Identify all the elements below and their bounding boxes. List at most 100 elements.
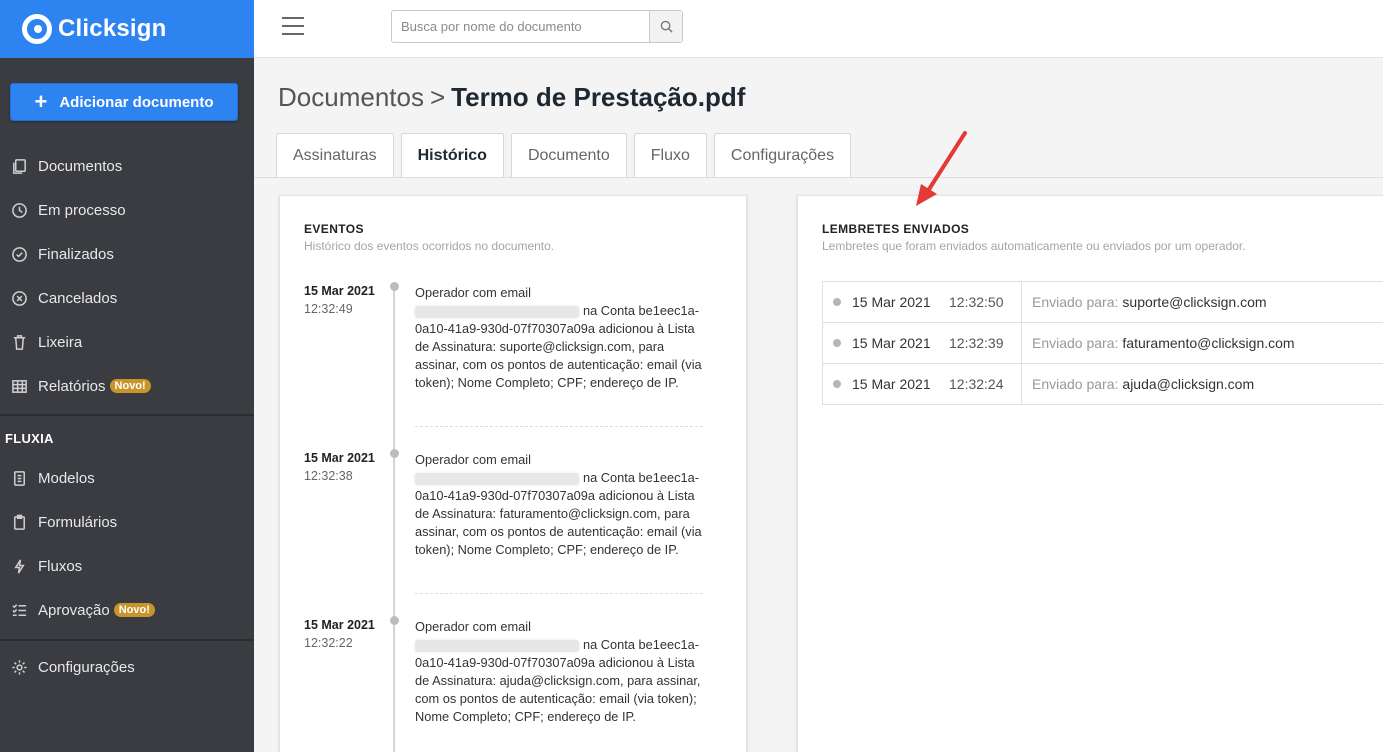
redacted-email: [415, 639, 579, 652]
main-nav: Documentos Em processo Finalizados Cance…: [0, 144, 254, 408]
sidebar-item-lixeira[interactable]: Lixeira: [0, 320, 254, 364]
tab-bar: Assinaturas Histórico Documento Fluxo Co…: [276, 133, 858, 178]
timeline-dot: [390, 616, 399, 625]
sidebar-item-finalizados[interactable]: Finalizados: [0, 232, 254, 276]
event-date: 15 Mar 2021: [304, 618, 375, 632]
check-circle-icon: [10, 245, 28, 263]
section-title-fluxia: FLUXIA: [5, 431, 54, 446]
event-separator: [415, 593, 703, 594]
sidebar-item-cancelados[interactable]: Cancelados: [0, 276, 254, 320]
sidebar-item-relatorios[interactable]: Relatórios Novo!: [0, 364, 254, 408]
gear-icon: [10, 658, 28, 676]
reminders-card: LEMBRETES ENVIADOS Lembretes que foram e…: [797, 195, 1383, 752]
settings-nav: Configurações: [0, 645, 254, 689]
redacted-email: [415, 472, 579, 485]
status-dot: [833, 339, 841, 347]
sidebar-item-modelos[interactable]: Modelos: [0, 456, 254, 500]
event-time: 12:32:49: [304, 302, 353, 316]
tab-assinaturas[interactable]: Assinaturas: [276, 133, 394, 178]
brand-logo[interactable]: Clicksign: [0, 0, 254, 58]
sidebar-item-label: Documentos: [38, 157, 123, 175]
tab-documento[interactable]: Documento: [510, 133, 627, 178]
search-icon: [660, 20, 673, 33]
sidebar-item-label: Configurações: [38, 658, 135, 676]
checklist-icon: [10, 601, 28, 619]
page-title: Termo de Prestação.pdf: [451, 82, 746, 112]
events-subtitle: Histórico dos eventos ocorridos no docum…: [304, 239, 555, 253]
search-box: [391, 10, 683, 43]
sidebar-divider: [0, 639, 254, 641]
plus-icon: +: [34, 89, 48, 114]
event-description: Operador com email na Conta be1eec1a-0a1…: [415, 284, 711, 392]
breadcrumb-root[interactable]: Documentos: [278, 82, 424, 112]
redacted-email: [415, 305, 579, 318]
sent-to-label: Enviado para:: [1032, 335, 1119, 351]
sidebar-item-label: Modelos: [38, 469, 95, 487]
sidebar-item-aprovacao[interactable]: Aprovação Novo!: [0, 588, 254, 632]
reminder-date: 15 Mar 2021: [852, 376, 931, 392]
event-separator: [415, 426, 703, 427]
event-description: Operador com email na Conta be1eec1a-0a1…: [415, 618, 711, 726]
event-time: 12:32:38: [304, 469, 353, 483]
event-line1: Operador com email: [415, 619, 531, 634]
sidebar-item-formularios[interactable]: Formulários: [0, 500, 254, 544]
events-card: EVENTOS Histórico dos eventos ocorridos …: [279, 195, 747, 752]
sidebar-item-documentos[interactable]: Documentos: [0, 144, 254, 188]
sidebar-item-configuracoes[interactable]: Configurações: [0, 645, 254, 689]
trash-icon: [10, 333, 28, 351]
sent-to-label: Enviado para:: [1032, 294, 1119, 310]
tab-configuracoes[interactable]: Configurações: [713, 133, 852, 178]
reminder-email: faturamento@clicksign.com: [1122, 335, 1295, 351]
annotation-arrow-icon: [916, 131, 967, 206]
reminders-subtitle: Lembretes que foram enviados automaticam…: [822, 239, 1246, 253]
list-item: 15 Mar 2021 12:32:24 Enviado para: ajuda…: [822, 363, 1383, 405]
reminder-time: 12:32:39: [949, 335, 1004, 351]
breadcrumb: Documentos > Termo de Prestação.pdf: [278, 82, 745, 113]
sidebar-item-fluxos[interactable]: Fluxos: [0, 544, 254, 588]
tab-historico[interactable]: Histórico: [400, 133, 504, 178]
breadcrumb-separator: >: [429, 82, 446, 112]
column-divider: [1021, 322, 1022, 364]
clipboard-icon: [10, 513, 28, 531]
column-divider: [1021, 281, 1022, 323]
sidebar-item-label: Em processo: [38, 201, 126, 219]
sidebar: Clicksign + Adicionar documento Document…: [0, 0, 254, 752]
list-item: 15 Mar 2021 12:32:50 Enviado para: supor…: [822, 281, 1383, 323]
brand-name: Clicksign: [58, 15, 167, 42]
status-dot: [833, 298, 841, 306]
clock-icon: [10, 201, 28, 219]
new-badge: Novo!: [113, 603, 155, 617]
template-icon: [10, 469, 28, 487]
event-description: Operador com email na Conta be1eec1a-0a1…: [415, 451, 711, 559]
tab-fluxo[interactable]: Fluxo: [633, 133, 707, 178]
sidebar-item-label: Fluxos: [38, 557, 83, 575]
list-item: 15 Mar 2021 12:32:39 Enviado para: fatur…: [822, 322, 1383, 364]
documents-icon: [10, 157, 28, 175]
search-button[interactable]: [649, 11, 682, 42]
sidebar-item-em-processo[interactable]: Em processo: [0, 188, 254, 232]
search-input[interactable]: [392, 11, 649, 42]
clicksign-logo-icon: [22, 14, 52, 44]
menu-icon[interactable]: [282, 17, 304, 35]
timeline-dot: [390, 282, 399, 291]
status-dot: [833, 380, 841, 388]
reminder-email: suporte@clicksign.com: [1122, 294, 1267, 310]
event-date: 15 Mar 2021: [304, 451, 375, 465]
tabs-divider: [254, 177, 1383, 178]
reminder-time: 12:32:50: [949, 294, 1004, 310]
x-circle-icon: [10, 289, 28, 307]
sidebar-item-label: Relatórios: [38, 377, 106, 395]
table-icon: [10, 377, 28, 395]
timeline-dot: [390, 449, 399, 458]
event-line1: Operador com email: [415, 452, 531, 467]
new-badge: Novo!: [109, 379, 151, 393]
fluxia-nav: Modelos Formulários Fluxos Aprovação Nov…: [0, 456, 254, 632]
reminder-email: ajuda@clicksign.com: [1122, 376, 1255, 392]
sidebar-item-label: Finalizados: [38, 245, 114, 263]
add-document-button[interactable]: + Adicionar documento: [10, 83, 238, 121]
reminder-time: 12:32:24: [949, 376, 1004, 392]
top-bar: [254, 0, 1383, 58]
reminders-title: LEMBRETES ENVIADOS: [822, 222, 970, 236]
event-time: 12:32:22: [304, 636, 353, 650]
event-line1: Operador com email: [415, 285, 531, 300]
